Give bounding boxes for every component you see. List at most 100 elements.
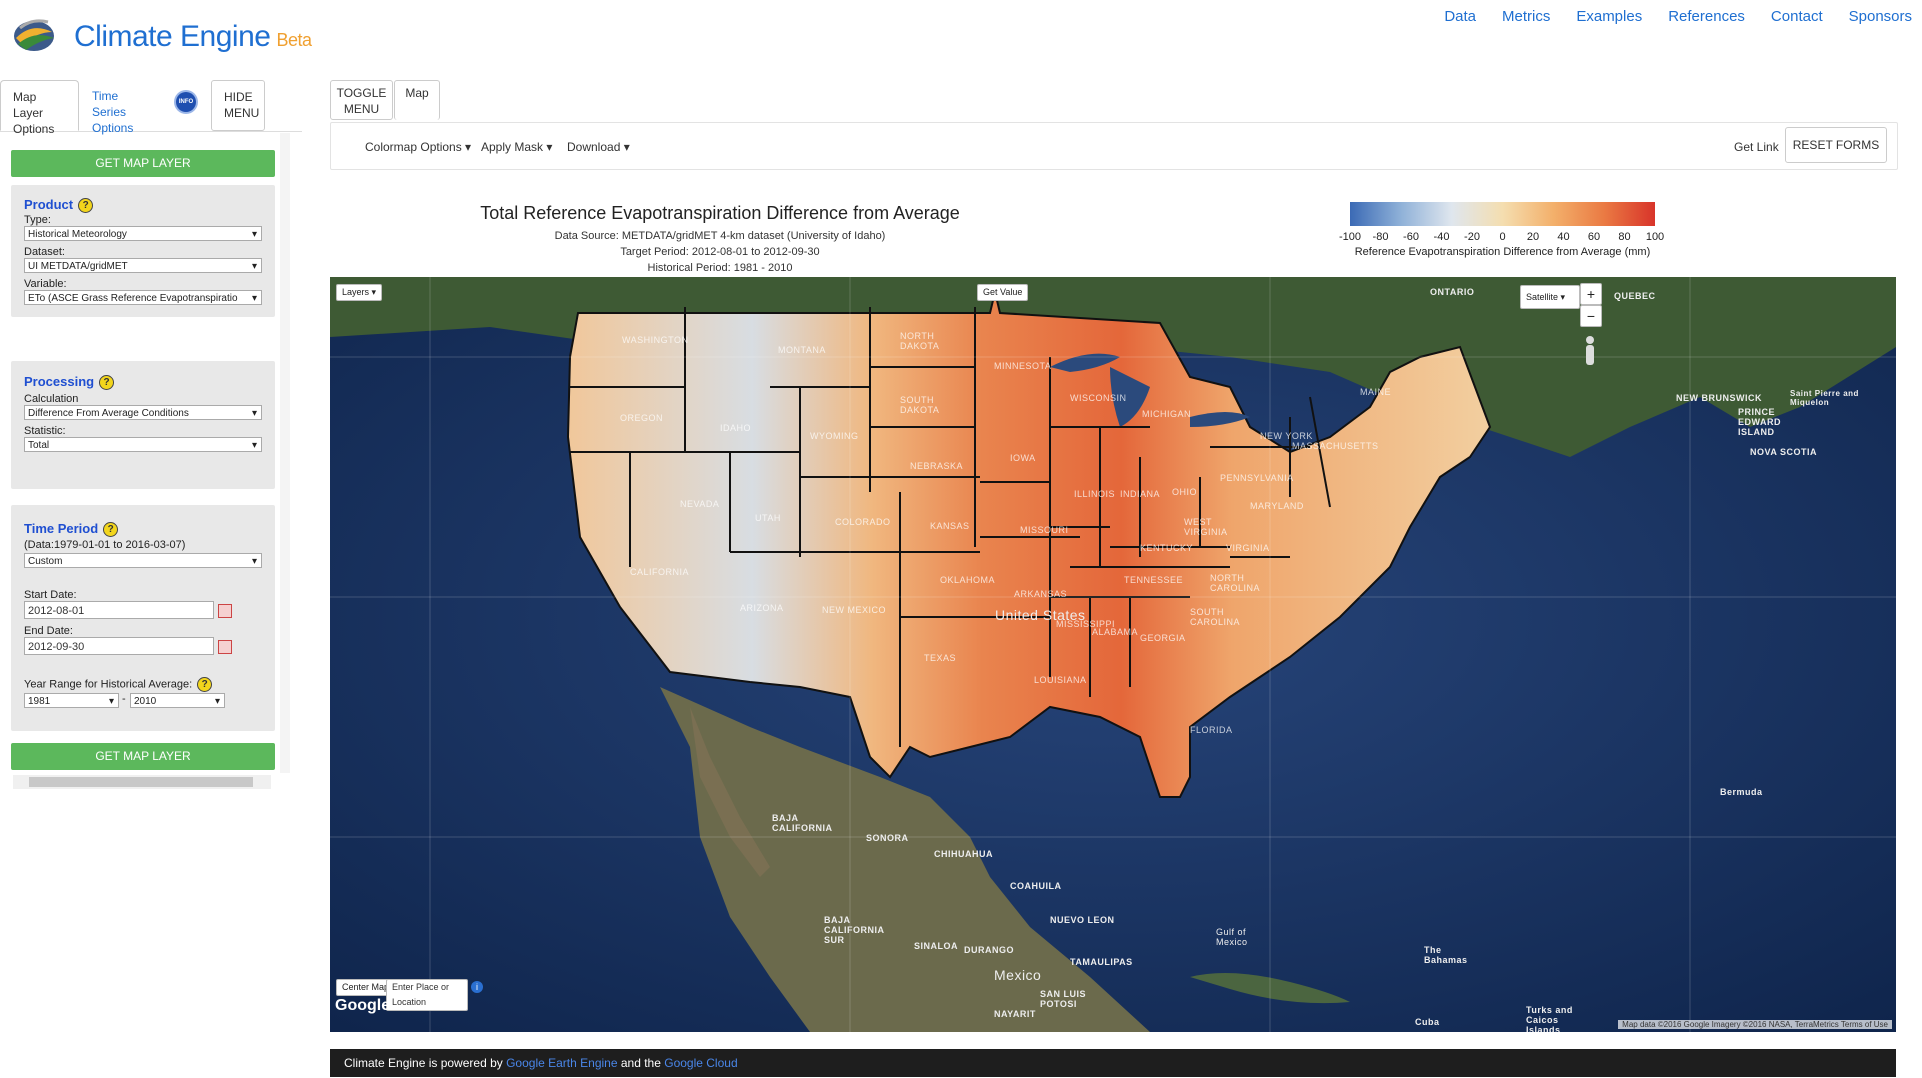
map-toolbar: Colormap Options ▾ Apply Mask ▾ Download… (330, 122, 1898, 170)
tab-map[interactable]: Map (394, 80, 440, 120)
map-view[interactable]: ONTARIO QUEBEC NEW BRUNSWICK PRINCE EDWA… (330, 277, 1896, 1032)
target-period-text: Target Period: 2012-08-01 to 2012-09-30 (620, 246, 820, 258)
state-label: WASHINGTON (622, 335, 689, 345)
google-earth-engine-link[interactable]: Google Earth Engine (506, 1056, 617, 1070)
state-label: OREGON (620, 413, 664, 423)
calculation-select[interactable]: Difference From Average Conditions (24, 405, 262, 420)
nav-contact[interactable]: Contact (1771, 8, 1823, 25)
get-map-layer-button-top[interactable]: GET MAP LAYER (11, 150, 275, 177)
map-place-label: Saint Pierre and Miquelon (1790, 389, 1859, 407)
colormap-options-dropdown[interactable]: Colormap Options ▾ (365, 140, 471, 154)
map-place-label: Cuba (1415, 1017, 1440, 1027)
tab-map-layer-options[interactable]: Map Layer Options (0, 80, 79, 136)
nav-data[interactable]: Data (1444, 8, 1476, 25)
layers-dropdown[interactable]: Layers ▾ (336, 284, 383, 301)
state-label: MINNESOTA (994, 361, 1052, 371)
state-label: NORTH DAKOTA (900, 331, 940, 351)
time-period-title: Time Period? (24, 521, 119, 538)
place-search-input[interactable]: Enter Place or Location (386, 979, 468, 1011)
info-icon[interactable]: INFO (176, 92, 196, 112)
download-label: Download (567, 140, 621, 154)
colorbar-tick: 60 (1587, 231, 1601, 243)
dataset-select[interactable]: UI METDATA/gridMET (24, 258, 262, 273)
variable-select[interactable]: ETo (ASCE Grass Reference Evapotranspira… (24, 290, 262, 305)
state-label: IOWA (1010, 453, 1036, 463)
help-icon[interactable]: ? (197, 677, 213, 692)
map-place-label: QUEBEC (1614, 291, 1656, 301)
colormap-options-label: Colormap Options (365, 140, 462, 154)
left-panel-tabs: Map Layer Options Time Series Options HI… (0, 80, 302, 136)
zoom-out-button[interactable]: − (1580, 305, 1602, 327)
type-select[interactable]: Historical Meteorology (24, 226, 262, 241)
end-date-label: End Date: (24, 625, 73, 637)
footer: Climate Engine is powered by Google Eart… (330, 1049, 1896, 1077)
get-link-button[interactable]: Get Link (1734, 140, 1779, 154)
colorbar-tick: 0 (1499, 231, 1506, 243)
year-end-select[interactable]: 2010 (130, 693, 225, 708)
map-type-select[interactable]: Satellite ▾ (1520, 285, 1580, 309)
state-label: SOUTH DAKOTA (900, 395, 940, 415)
state-label: ARIZONA (740, 603, 784, 613)
pegman-icon[interactable] (1582, 335, 1598, 369)
colorbar (1350, 202, 1655, 226)
time-period-title-text: Time Period (24, 521, 99, 536)
footer-text: Climate Engine is powered by (344, 1056, 507, 1070)
map-place-label: NEW BRUNSWICK (1676, 393, 1762, 403)
period-select[interactable]: Custom (24, 553, 262, 568)
app-title-text: Climate Engine (74, 20, 271, 53)
map-place-label: BAJA CALIFORNIA SUR (824, 915, 885, 945)
help-icon[interactable]: ? (103, 522, 119, 538)
map-place-label: TAMAULIPAS (1070, 957, 1133, 967)
state-label: WYOMING (810, 431, 859, 441)
google-cloud-link[interactable]: Google Cloud (664, 1056, 737, 1070)
statistic-select[interactable]: Total (24, 437, 262, 452)
colorbar-tick: 100 (1645, 231, 1665, 243)
reset-forms-button[interactable]: RESET FORMS (1785, 127, 1887, 163)
nav-examples[interactable]: Examples (1576, 8, 1642, 25)
state-label: NEW MEXICO (822, 605, 887, 615)
state-label: MASSACHUSETTS (1292, 441, 1379, 451)
help-icon[interactable]: ? (78, 198, 94, 214)
beta-badge: Beta (276, 30, 312, 50)
get-value-button[interactable]: Get Value (977, 284, 1029, 301)
map-title: Total Reference Evapotranspiration Diffe… (480, 203, 960, 223)
nav-references[interactable]: References (1668, 8, 1745, 25)
colorbar-tick: -80 (1372, 231, 1389, 243)
colorbar-tick: -100 (1338, 231, 1362, 243)
map-place-label: The Bahamas (1424, 945, 1468, 965)
year-start-select[interactable]: 1981 (24, 693, 119, 708)
zoom-in-button[interactable]: + (1580, 283, 1602, 305)
tab-time-series-options[interactable]: Time Series Options (80, 80, 160, 135)
map-attribution[interactable]: Map data ©2016 Google Imagery ©2016 NASA… (1618, 1020, 1892, 1029)
hide-menu-button[interactable]: HIDE MENU (211, 80, 265, 131)
app-title[interactable]: Climate Engine Beta (74, 20, 312, 54)
colorbar-tick: 40 (1557, 231, 1570, 243)
nav-metrics[interactable]: Metrics (1502, 8, 1550, 25)
processing-title-text: Processing (24, 374, 95, 389)
scrollbar-thumb[interactable] (29, 777, 253, 787)
state-label: OKLAHOMA (940, 575, 996, 585)
download-dropdown[interactable]: Download ▾ (567, 140, 630, 154)
top-navigation: Data Metrics Examples References Contact… (1444, 8, 1912, 25)
state-label: NEBRASKA (910, 461, 964, 471)
start-date-input[interactable]: 2012-08-01 (24, 601, 214, 619)
state-label: UTAH (755, 513, 781, 523)
calendar-icon[interactable] (218, 604, 232, 618)
nav-sponsors[interactable]: Sponsors (1849, 8, 1912, 25)
historical-period-text: Historical Period: 1981 - 2010 (647, 262, 793, 274)
map-place-label: CHIHUAHUA (934, 849, 993, 859)
map-place-label: NUEVO LEON (1050, 915, 1115, 925)
colorbar-tick: -40 (1433, 231, 1450, 243)
state-label: GEORGIA (1140, 633, 1186, 643)
get-map-layer-button-bottom[interactable]: GET MAP LAYER (11, 743, 275, 770)
calculation-label: Calculation (24, 393, 79, 405)
calendar-icon[interactable] (218, 640, 232, 654)
colorbar-tick: 80 (1618, 231, 1631, 243)
toggle-menu-button[interactable]: TOGGLE MENU (330, 80, 393, 120)
end-date-input[interactable]: 2012-09-30 (24, 637, 214, 655)
apply-mask-dropdown[interactable]: Apply Mask ▾ (481, 140, 552, 154)
info-icon[interactable]: i (471, 981, 483, 993)
left-panel-vertical-scrollbar[interactable] (280, 133, 290, 773)
state-label: NEVADA (680, 499, 720, 509)
help-icon[interactable]: ? (99, 375, 115, 391)
